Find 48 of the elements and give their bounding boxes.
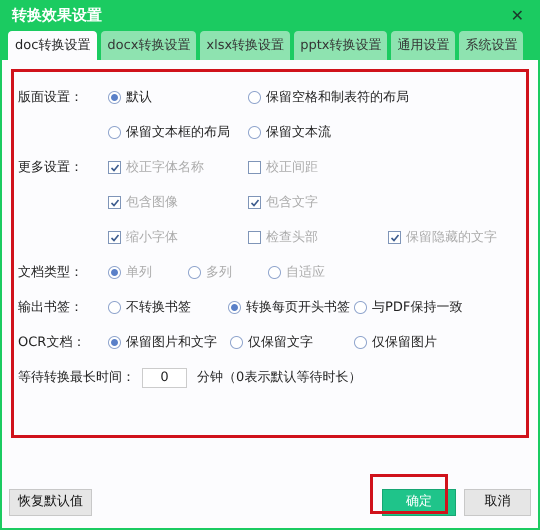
option-label: 仅保留图片 xyxy=(372,334,437,352)
radio-button[interactable] xyxy=(108,301,121,314)
input-field[interactable]: 0 xyxy=(142,368,187,388)
option-label: 保留图片和文字 xyxy=(126,334,217,352)
section-label: OCR文档： xyxy=(18,334,86,350)
option-label: 保留隐藏的文字 xyxy=(406,228,497,247)
option-label: 保留文本流 xyxy=(266,124,331,142)
radio-button[interactable] xyxy=(248,126,261,139)
section-label: 更多设置： xyxy=(18,160,83,175)
tab[interactable]: docx转换设置 xyxy=(101,31,196,60)
radio-button[interactable] xyxy=(108,91,121,104)
radio-button[interactable] xyxy=(354,301,367,314)
option-label: 自适应 xyxy=(286,264,325,282)
tab[interactable]: xlsx转换设置 xyxy=(200,31,290,60)
radio-button[interactable] xyxy=(228,301,241,314)
option-label: 包含图像 xyxy=(126,194,178,212)
option-label: 多列 xyxy=(206,264,232,282)
section-label: 输出书签： xyxy=(18,300,83,315)
option-label: 检查头部 xyxy=(266,228,318,247)
option-label: 包含文字 xyxy=(266,194,318,212)
field-label: 等待转换最长时间： xyxy=(18,368,136,387)
option-label: 校正间距 xyxy=(266,158,318,177)
radio-button[interactable] xyxy=(230,336,243,349)
section-label: 文档类型： xyxy=(18,264,83,280)
option-label: 单列 xyxy=(126,264,152,282)
option-label: 与PDF保持一致 xyxy=(372,298,462,317)
tab[interactable]: doc转换设置 xyxy=(8,31,98,60)
option-label: 缩小字体 xyxy=(126,228,178,247)
close-button[interactable]: ✕ xyxy=(506,8,528,24)
option-label: 校正字体名称 xyxy=(126,158,204,177)
section-label: 版面设置： xyxy=(18,90,83,105)
option-label: 保留空格和制表符的布局 xyxy=(266,88,409,107)
option-label: 默认 xyxy=(126,88,152,107)
option-label: 仅保留文字 xyxy=(248,334,313,352)
radio-button[interactable] xyxy=(108,336,121,349)
dialog-button[interactable]: 恢复默认值 xyxy=(9,488,92,516)
option-label: 不转换书签 xyxy=(126,298,191,317)
tab[interactable]: 通用设置 xyxy=(391,31,456,60)
dialog-button[interactable]: 取消 xyxy=(464,488,531,516)
option-label: 保留文本框的布局 xyxy=(126,124,230,142)
tab[interactable]: pptx转换设置 xyxy=(294,31,388,60)
radio-button[interactable] xyxy=(108,126,121,139)
radio-button[interactable] xyxy=(354,336,367,349)
window-title: 转换效果设置 xyxy=(12,5,102,26)
tab[interactable]: 系统设置 xyxy=(459,31,524,60)
field-hint: 分钟（0表示默认等待时长） xyxy=(197,368,362,387)
radio-button[interactable] xyxy=(248,91,261,104)
option-label: 转换每页开头书签 xyxy=(246,298,350,317)
